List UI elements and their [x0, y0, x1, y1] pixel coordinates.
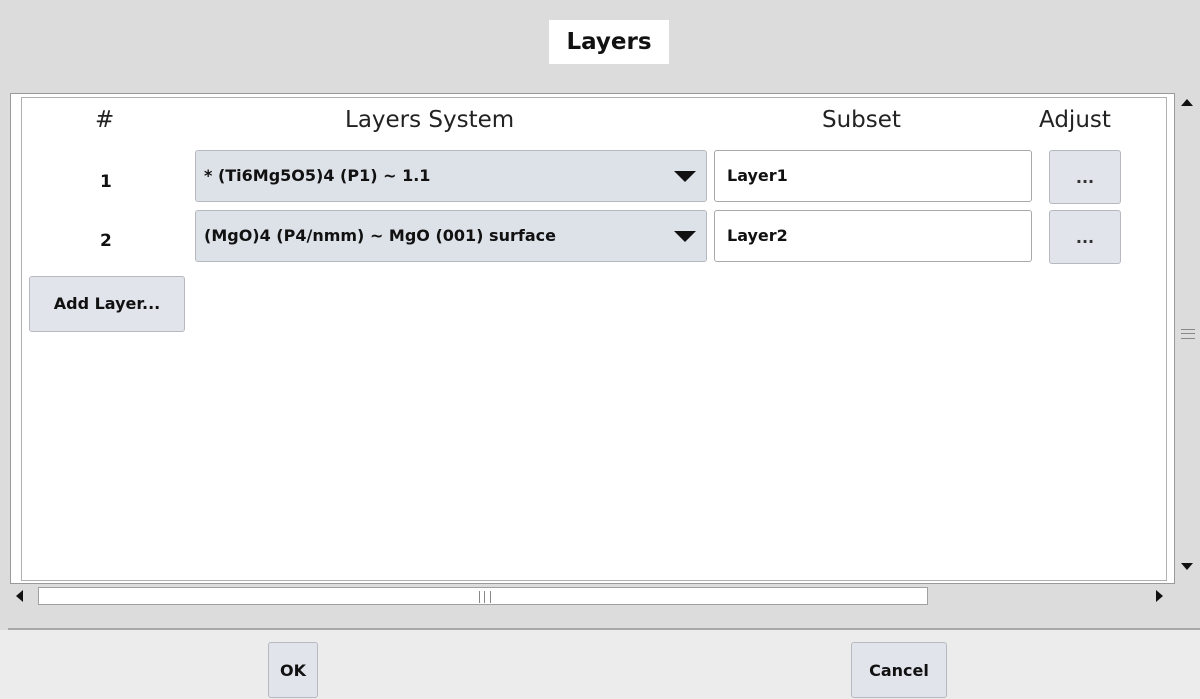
grip-icon	[1181, 329, 1195, 339]
arrow-right-icon[interactable]	[1156, 590, 1163, 602]
layer-system-value: * (Ti6Mg5O5)4 (P1) ~ 1.1	[204, 166, 431, 185]
layer-system-value: (MgO)4 (P4/nmm) ~ MgO (001) surface	[204, 226, 556, 245]
column-header-layers-system: Layers System	[345, 107, 515, 133]
dialog-title: Layers	[549, 20, 669, 64]
ok-button[interactable]: OK	[268, 642, 318, 698]
horizontal-scroll-thumb[interactable]	[38, 587, 928, 605]
subset-input[interactable]: Layer2	[714, 210, 1032, 262]
adjust-button[interactable]: ...	[1049, 150, 1121, 204]
grip-icon	[479, 591, 491, 603]
add-layer-button[interactable]: Add Layer...	[29, 276, 185, 332]
title-bar: Layers	[0, 0, 1200, 90]
dialog-footer	[0, 630, 1200, 699]
subset-input[interactable]: Layer1	[714, 150, 1032, 202]
vertical-scrollbar[interactable]	[1177, 93, 1199, 584]
layers-dialog: Layers # Layers System Subset Adjust 1 *…	[0, 0, 1200, 699]
layer-system-select[interactable]: * (Ti6Mg5O5)4 (P1) ~ 1.1	[195, 150, 707, 202]
chevron-down-icon	[674, 231, 696, 242]
layer-system-select[interactable]: (MgO)4 (P4/nmm) ~ MgO (001) surface	[195, 210, 707, 262]
column-header-adjust: Adjust	[1039, 107, 1111, 133]
arrow-left-icon[interactable]	[16, 590, 23, 602]
column-header-number: #	[95, 107, 115, 133]
arrow-up-icon[interactable]	[1181, 99, 1193, 106]
horizontal-scrollbar[interactable]	[10, 585, 1175, 607]
layer-row-number: 2	[100, 231, 112, 251]
column-header-subset: Subset	[822, 107, 901, 133]
cancel-button[interactable]: Cancel	[851, 642, 947, 698]
arrow-down-icon[interactable]	[1181, 563, 1193, 570]
chevron-down-icon	[674, 171, 696, 182]
layer-row-number: 1	[100, 172, 112, 192]
adjust-button[interactable]: ...	[1049, 210, 1121, 264]
